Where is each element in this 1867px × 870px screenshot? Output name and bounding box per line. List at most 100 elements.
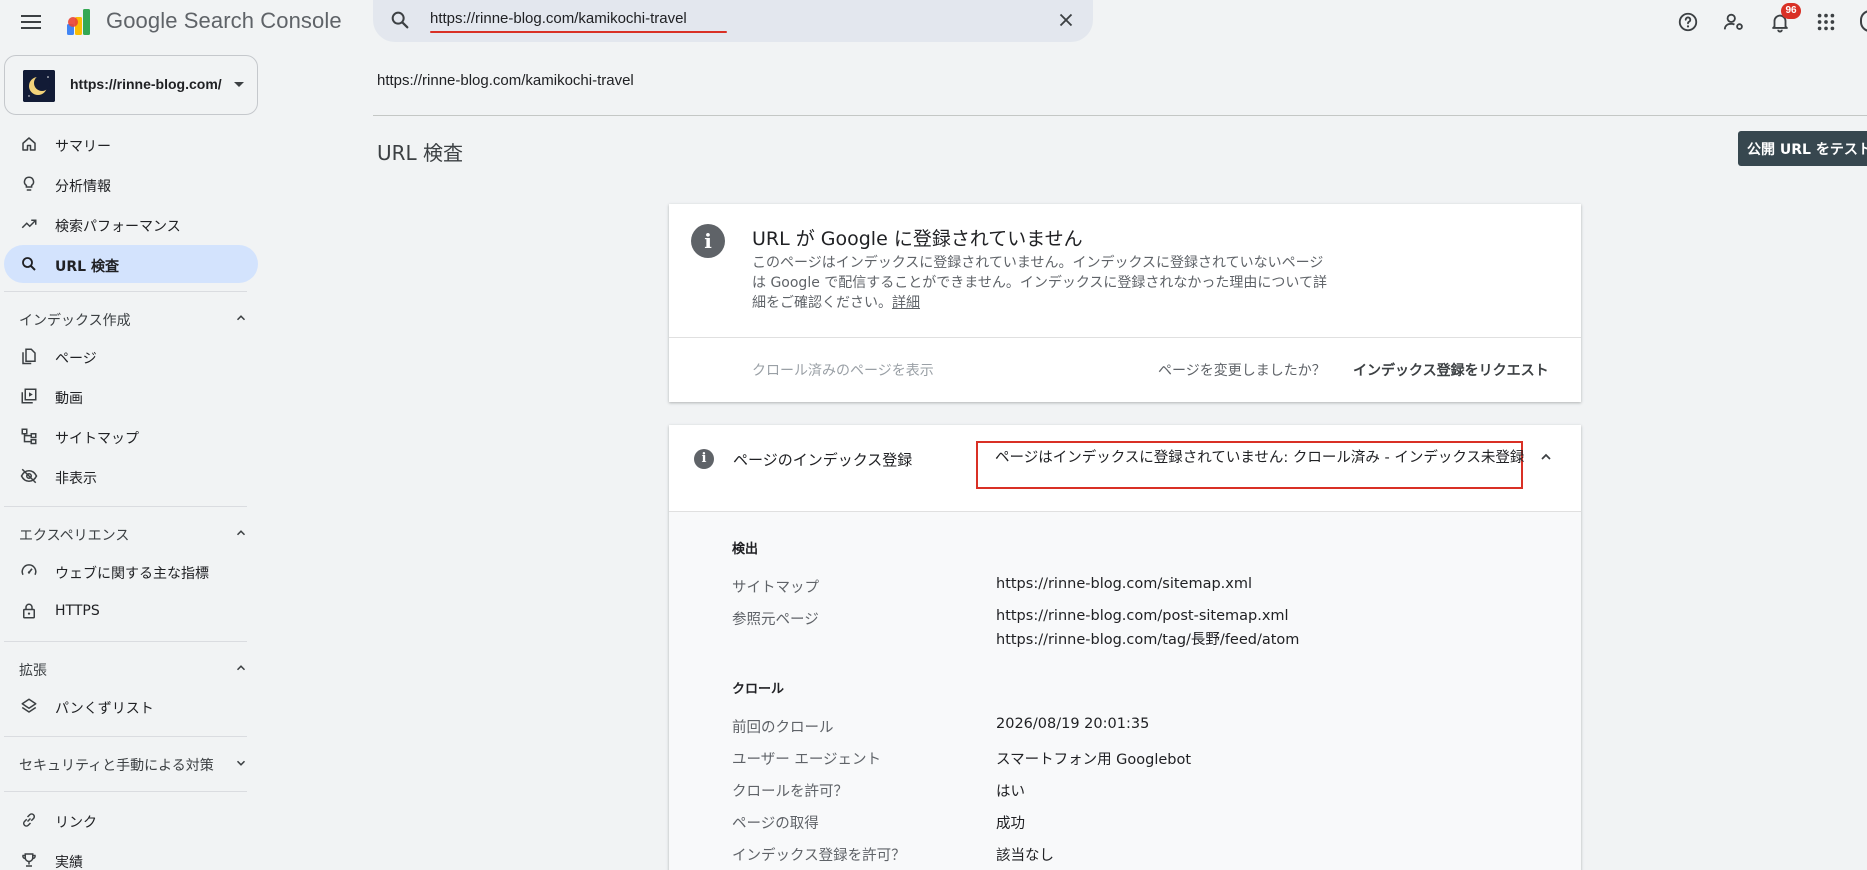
- sidebar-item-insights[interactable]: 分析情報: [4, 165, 258, 203]
- section-label: セキュリティと手動による対策: [19, 758, 214, 774]
- sidebar-section-experience[interactable]: エクスペリエンス: [4, 518, 258, 548]
- sidebar-item-label: ページ: [55, 351, 97, 367]
- page-indexing-status: ページはインデックスに登録されていません: クロール済み - インデックス未登録: [995, 450, 1525, 466]
- page-fetch-key: ページの取得: [732, 816, 819, 832]
- referring-page-url[interactable]: https://rinne-blog.com/post-sitemap.xml: [996, 608, 1289, 624]
- property-thumbnail: [23, 70, 55, 102]
- sidebar-item-label: サマリー: [55, 139, 111, 155]
- sidebar-item-label: 実績: [55, 855, 83, 870]
- test-live-url-button[interactable]: 公開 URL をテスト: [1738, 131, 1867, 166]
- sidebar: https://rinne-blog.com/ サマリー 分析情報 検索パフォー…: [0, 44, 260, 870]
- referring-pages-key: 参照元ページ: [732, 612, 819, 628]
- status-title: URL が Google に登録されていません: [752, 228, 1083, 250]
- header-divider: [373, 115, 1867, 116]
- chevron-up-icon[interactable]: [1538, 449, 1554, 465]
- chevron-up-icon: [234, 526, 248, 540]
- chevron-up-icon: [234, 661, 248, 675]
- eye-off-icon: [20, 467, 38, 485]
- account-avatar[interactable]: [1860, 10, 1867, 32]
- page-indexing-card: i ページのインデックス登録 ページはインデックスに登録されていません: クロー…: [669, 425, 1581, 870]
- sidebar-item-performance[interactable]: 検索パフォーマンス: [4, 205, 258, 243]
- sidebar-divider: [4, 506, 247, 507]
- crawl-allowed-key: クロールを許可？: [732, 784, 848, 800]
- sidebar-item-label: HTTPS: [55, 603, 100, 619]
- trending-up-icon: [20, 215, 38, 233]
- view-crawled-page-button[interactable]: クロール済みのページを表示: [752, 360, 934, 380]
- lock-icon: [20, 602, 38, 620]
- sidebar-divider: [4, 791, 247, 792]
- sidebar-item-label: 分析情報: [55, 179, 111, 195]
- sidebar-item-label: パンくずリスト: [55, 701, 154, 717]
- sidebar-divider: [4, 641, 247, 642]
- manage-users-icon[interactable]: [1716, 6, 1752, 38]
- page-fetch-value: 成功: [996, 816, 1025, 832]
- property-label: https://rinne-blog.com/: [70, 76, 222, 92]
- section-label: 拡張: [19, 663, 47, 679]
- sidebar-item-https[interactable]: HTTPS: [4, 592, 258, 630]
- sitemaps-key: サイトマップ: [732, 580, 819, 596]
- page-title: URL 検査: [377, 141, 464, 165]
- search-icon[interactable]: [389, 9, 411, 31]
- page-changed-question: ページを変更しましたか？: [1158, 363, 1326, 379]
- top-app-bar: Google Search Console https://rinne-blog…: [0, 0, 1867, 44]
- notifications-icon[interactable]: 96: [1762, 3, 1801, 38]
- sidebar-item-core-web-vitals[interactable]: ウェブに関する主な指標: [4, 552, 258, 590]
- sitemap-url[interactable]: https://rinne-blog.com/sitemap.xml: [996, 576, 1252, 592]
- sidebar-item-removals[interactable]: 非表示: [4, 457, 258, 495]
- apps-grid-icon[interactable]: [1808, 6, 1844, 38]
- sidebar-item-links[interactable]: リンク: [4, 801, 258, 839]
- top-actions: 96: [1670, 3, 1844, 38]
- sidebar-item-label: リンク: [55, 815, 97, 831]
- sidebar-section-indexing[interactable]: インデックス作成: [4, 303, 258, 333]
- home-icon: [20, 135, 38, 153]
- trophy-icon: [20, 851, 38, 869]
- video-icon: [20, 387, 38, 405]
- last-crawl-key: 前回のクロール: [732, 720, 834, 736]
- sidebar-item-label: 非表示: [55, 471, 97, 487]
- sidebar-item-pages[interactable]: ページ: [4, 337, 258, 375]
- referring-page-url[interactable]: https://rinne-blog.com/tag/長野/feed/atom: [996, 628, 1299, 649]
- annotation-underline: [430, 31, 727, 33]
- request-indexing-button[interactable]: インデックス登録をリクエスト: [1353, 360, 1549, 380]
- sidebar-divider: [4, 736, 247, 737]
- link-icon: [20, 811, 38, 829]
- main-menu-icon[interactable]: [18, 9, 44, 35]
- indexing-allowed-key: インデックス登録を許可？: [732, 848, 906, 864]
- user-agent-key: ユーザー エージェント: [732, 752, 882, 768]
- sidebar-item-url-inspection[interactable]: URL 検査: [4, 245, 258, 283]
- info-icon: i: [694, 449, 714, 469]
- sidebar-item-label: URL 検査: [55, 259, 119, 275]
- property-selector[interactable]: https://rinne-blog.com/: [4, 55, 258, 115]
- notification-count-badge: 96: [1781, 3, 1801, 19]
- learn-more-link[interactable]: 詳細: [892, 295, 920, 311]
- page-indexing-header[interactable]: i ページのインデックス登録 ページはインデックスに登録されていません: クロー…: [669, 425, 1581, 511]
- dropdown-arrow-icon: [234, 82, 244, 87]
- sidebar-item-label: サイトマップ: [55, 431, 139, 447]
- page-indexing-details: 検出 サイトマップ https://rinne-blog.com/sitemap…: [669, 511, 1581, 870]
- section-label: エクスペリエンス: [19, 528, 130, 544]
- search-icon: [20, 255, 38, 273]
- status-description-text: このページはインデックスに登録されていません。インデックスに登録されていないペー…: [752, 255, 1328, 311]
- sidebar-item-achievements[interactable]: 実績: [4, 841, 258, 870]
- layers-icon: [20, 697, 38, 715]
- help-icon[interactable]: [1670, 6, 1706, 38]
- search-input[interactable]: https://rinne-blog.com/kamikochi-travel: [430, 10, 687, 27]
- url-inspection-search-bar[interactable]: https://rinne-blog.com/kamikochi-travel: [373, 0, 1093, 42]
- pages-icon: [20, 347, 38, 365]
- clear-search-icon[interactable]: [1055, 9, 1077, 31]
- lightbulb-icon: [20, 175, 38, 193]
- sidebar-section-security[interactable]: セキュリティと手動による対策: [4, 748, 258, 778]
- sidebar-item-sitemaps[interactable]: サイトマップ: [4, 417, 258, 455]
- sidebar-section-enhancements[interactable]: 拡張: [4, 653, 258, 683]
- card-divider: [669, 337, 1581, 338]
- indexing-allowed-value: 該当なし: [996, 848, 1054, 864]
- chevron-down-icon: [234, 756, 248, 770]
- sidebar-item-breadcrumbs[interactable]: パンくずリスト: [4, 687, 258, 725]
- sidebar-item-videos[interactable]: 動画: [4, 377, 258, 415]
- sidebar-item-label: 検索パフォーマンス: [55, 219, 181, 235]
- crawl-allowed-value: はい: [996, 784, 1025, 800]
- speed-icon: [20, 562, 38, 580]
- search-console-logo-icon: [63, 6, 95, 38]
- user-agent-value: スマートフォン用 Googlebot: [996, 752, 1192, 768]
- sidebar-item-summary[interactable]: サマリー: [4, 125, 258, 163]
